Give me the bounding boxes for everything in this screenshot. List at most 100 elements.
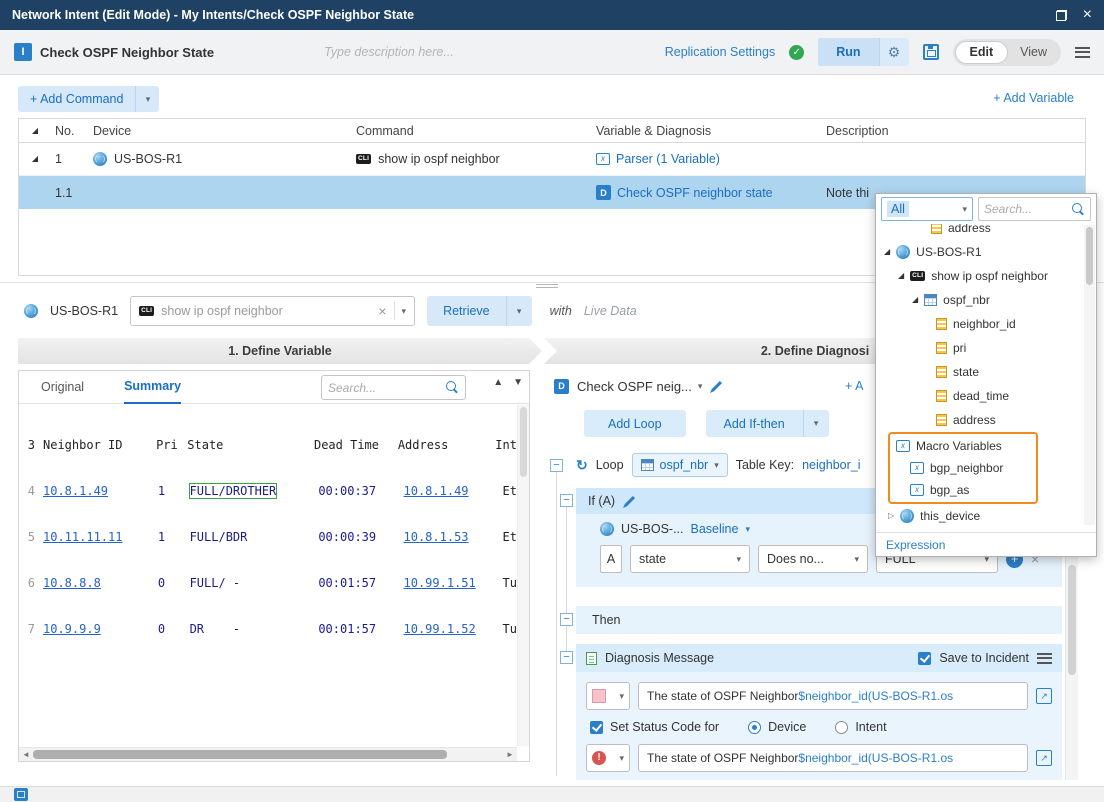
scroll-right-icon[interactable]: ► — [503, 750, 517, 759]
tree-footer: Expression — [876, 532, 1096, 557]
menu-icon[interactable] — [1075, 47, 1090, 58]
chevron-down-icon — [146, 95, 151, 104]
table-key-label: Table Key: — [736, 458, 794, 472]
scroll-left-icon[interactable]: ◄ — [19, 750, 33, 759]
diagnosis-link[interactable]: Check OSPF neighbor state — [617, 186, 773, 200]
tab-summary[interactable]: Summary — [124, 371, 181, 404]
tree-item[interactable]: address — [876, 408, 1096, 432]
collapse-if-icon[interactable] — [560, 494, 573, 507]
vertical-scrollbar[interactable] — [517, 405, 529, 746]
expand-message-icon[interactable] — [1036, 688, 1052, 704]
collapse-icon[interactable] — [888, 512, 894, 520]
save-icon[interactable] — [923, 44, 939, 60]
table-key-value[interactable]: neighbor_i — [802, 458, 860, 472]
status-severity-select[interactable] — [586, 744, 630, 772]
tree-item[interactable]: US-BOS-R1 — [876, 240, 1096, 264]
add-variable-link[interactable]: + Add Variable — [993, 91, 1074, 105]
tree-item[interactable]: dead_time — [876, 384, 1096, 408]
tree-filter-value: All — [887, 201, 909, 217]
find-next-icon[interactable] — [513, 377, 523, 388]
save-to-incident-checkbox[interactable] — [918, 652, 931, 665]
scrollbar-thumb[interactable] — [33, 750, 447, 759]
divider — [394, 302, 395, 320]
status-message-field[interactable]: The state of OSPF Neighbor $neighbor_id(… — [638, 744, 1028, 772]
message-menu-icon[interactable] — [1037, 653, 1052, 664]
search-icon[interactable] — [1072, 203, 1085, 216]
run-button[interactable]: Run — [818, 38, 878, 66]
edit-pencil-icon[interactable] — [623, 495, 636, 508]
collapse-row-icon[interactable] — [32, 155, 38, 163]
message-color-select[interactable] — [586, 682, 630, 710]
cli-output-view[interactable]: 3Neighbor IDPriStateDead TimeAddressInt … — [19, 405, 517, 746]
expand-message-icon[interactable] — [1036, 750, 1052, 766]
search-icon[interactable] — [446, 381, 459, 394]
tree-item[interactable]: neighbor_id — [876, 312, 1096, 336]
baseline-select[interactable]: Baseline — [691, 522, 739, 536]
add-if-then-dropdown[interactable] — [803, 410, 829, 437]
chevron-down-icon[interactable] — [745, 525, 750, 534]
tree-item[interactable]: ospf_nbr — [876, 288, 1096, 312]
view-mode-button[interactable]: View — [1008, 45, 1059, 59]
command-input-value: show ip ospf neighbor — [161, 304, 371, 318]
tree-scrollbar[interactable] — [1084, 225, 1095, 525]
tree-item[interactable]: state — [876, 360, 1096, 384]
collapse-then-icon[interactable] — [560, 613, 573, 626]
then-label: Then — [592, 613, 621, 627]
expression-link[interactable]: Expression — [886, 538, 945, 552]
find-previous-icon[interactable] — [493, 377, 503, 388]
condition-operator-select[interactable]: Does no... — [758, 545, 868, 573]
cli-icon: CLI — [356, 154, 371, 165]
edit-mode-button[interactable]: Edit — [955, 41, 1009, 64]
expand-icon[interactable] — [912, 296, 918, 304]
add-loop-button[interactable]: Add Loop — [584, 410, 686, 437]
tree-filter-select[interactable]: All — [881, 197, 973, 221]
set-status-code-checkbox[interactable] — [590, 721, 603, 734]
expand-icon[interactable] — [884, 248, 890, 256]
add-if-then-button[interactable]: Add If-then — [706, 410, 803, 437]
tree-item[interactable]: CLI show ip ospf neighbor — [876, 264, 1096, 288]
clear-command-icon[interactable] — [378, 304, 386, 318]
add-diagnosis-link[interactable]: + A — [845, 379, 863, 393]
run-settings-button[interactable] — [879, 38, 909, 66]
tree-item[interactable]: pri — [876, 336, 1096, 360]
add-command-dropdown[interactable] — [135, 86, 159, 112]
retrieve-split-button: Retrieve — [427, 296, 532, 326]
status-intent-radio[interactable] — [835, 721, 848, 734]
parser-link[interactable]: Parser (1 Variable) — [616, 152, 720, 166]
retrieve-dropdown[interactable] — [506, 296, 532, 326]
tab-original[interactable]: Original — [41, 371, 84, 404]
close-window-icon[interactable] — [1083, 7, 1092, 23]
tree-item-macro-variables[interactable]: Macro Variables — [890, 435, 1036, 457]
replication-settings-link[interactable]: Replication Settings — [665, 45, 775, 59]
intent-badge-icon: I — [14, 43, 32, 61]
variable-search-input[interactable] — [328, 381, 442, 395]
tree-item-bgp-neighbor[interactable]: bgp_neighbor — [890, 457, 1036, 479]
tree-item[interactable]: address — [876, 224, 1096, 240]
status-device-radio[interactable] — [748, 721, 761, 734]
edit-pencil-icon[interactable] — [710, 380, 723, 393]
table-row-command[interactable]: 1 US-BOS-R1 CLI show ip ospf neighbor Pa… — [19, 143, 1085, 176]
command-input[interactable]: CLI show ip ospf neighbor — [130, 296, 415, 326]
diagnosis-message-field[interactable]: The state of OSPF Neighbor $neighbor_id(… — [638, 682, 1028, 710]
loop-table-select[interactable]: ospf_nbr — [632, 453, 728, 477]
chevron-down-icon[interactable] — [402, 307, 407, 316]
add-command-button[interactable]: + Add Command — [18, 86, 135, 112]
column-icon — [931, 224, 942, 234]
tree-search-input[interactable] — [984, 202, 1069, 216]
horizontal-scrollbar[interactable]: ◄ ► — [19, 747, 517, 761]
taskbar-app-icon[interactable] — [14, 788, 28, 801]
diagnosis-selector[interactable]: Check OSPF neig... — [577, 379, 702, 394]
title-bar: Network Intent (Edit Mode) - My Intents/… — [0, 0, 1104, 30]
collapse-all-icon[interactable] — [32, 127, 38, 135]
tree-item-bgp-as[interactable]: bgp_as — [890, 479, 1036, 501]
collapse-loop-icon[interactable] — [550, 459, 563, 472]
diagnosis-message-block: Diagnosis Message Save to Incident The s… — [576, 644, 1062, 780]
retrieve-button[interactable]: Retrieve — [427, 296, 506, 326]
restore-window-icon[interactable] — [1056, 10, 1067, 21]
expand-icon[interactable] — [898, 272, 904, 280]
collapse-message-icon[interactable] — [560, 651, 573, 664]
tree-item-this-device[interactable]: this_device — [876, 504, 1096, 528]
header-no: No. — [51, 124, 93, 138]
condition-variable-select[interactable]: state — [630, 545, 750, 573]
description-input[interactable] — [324, 45, 604, 59]
